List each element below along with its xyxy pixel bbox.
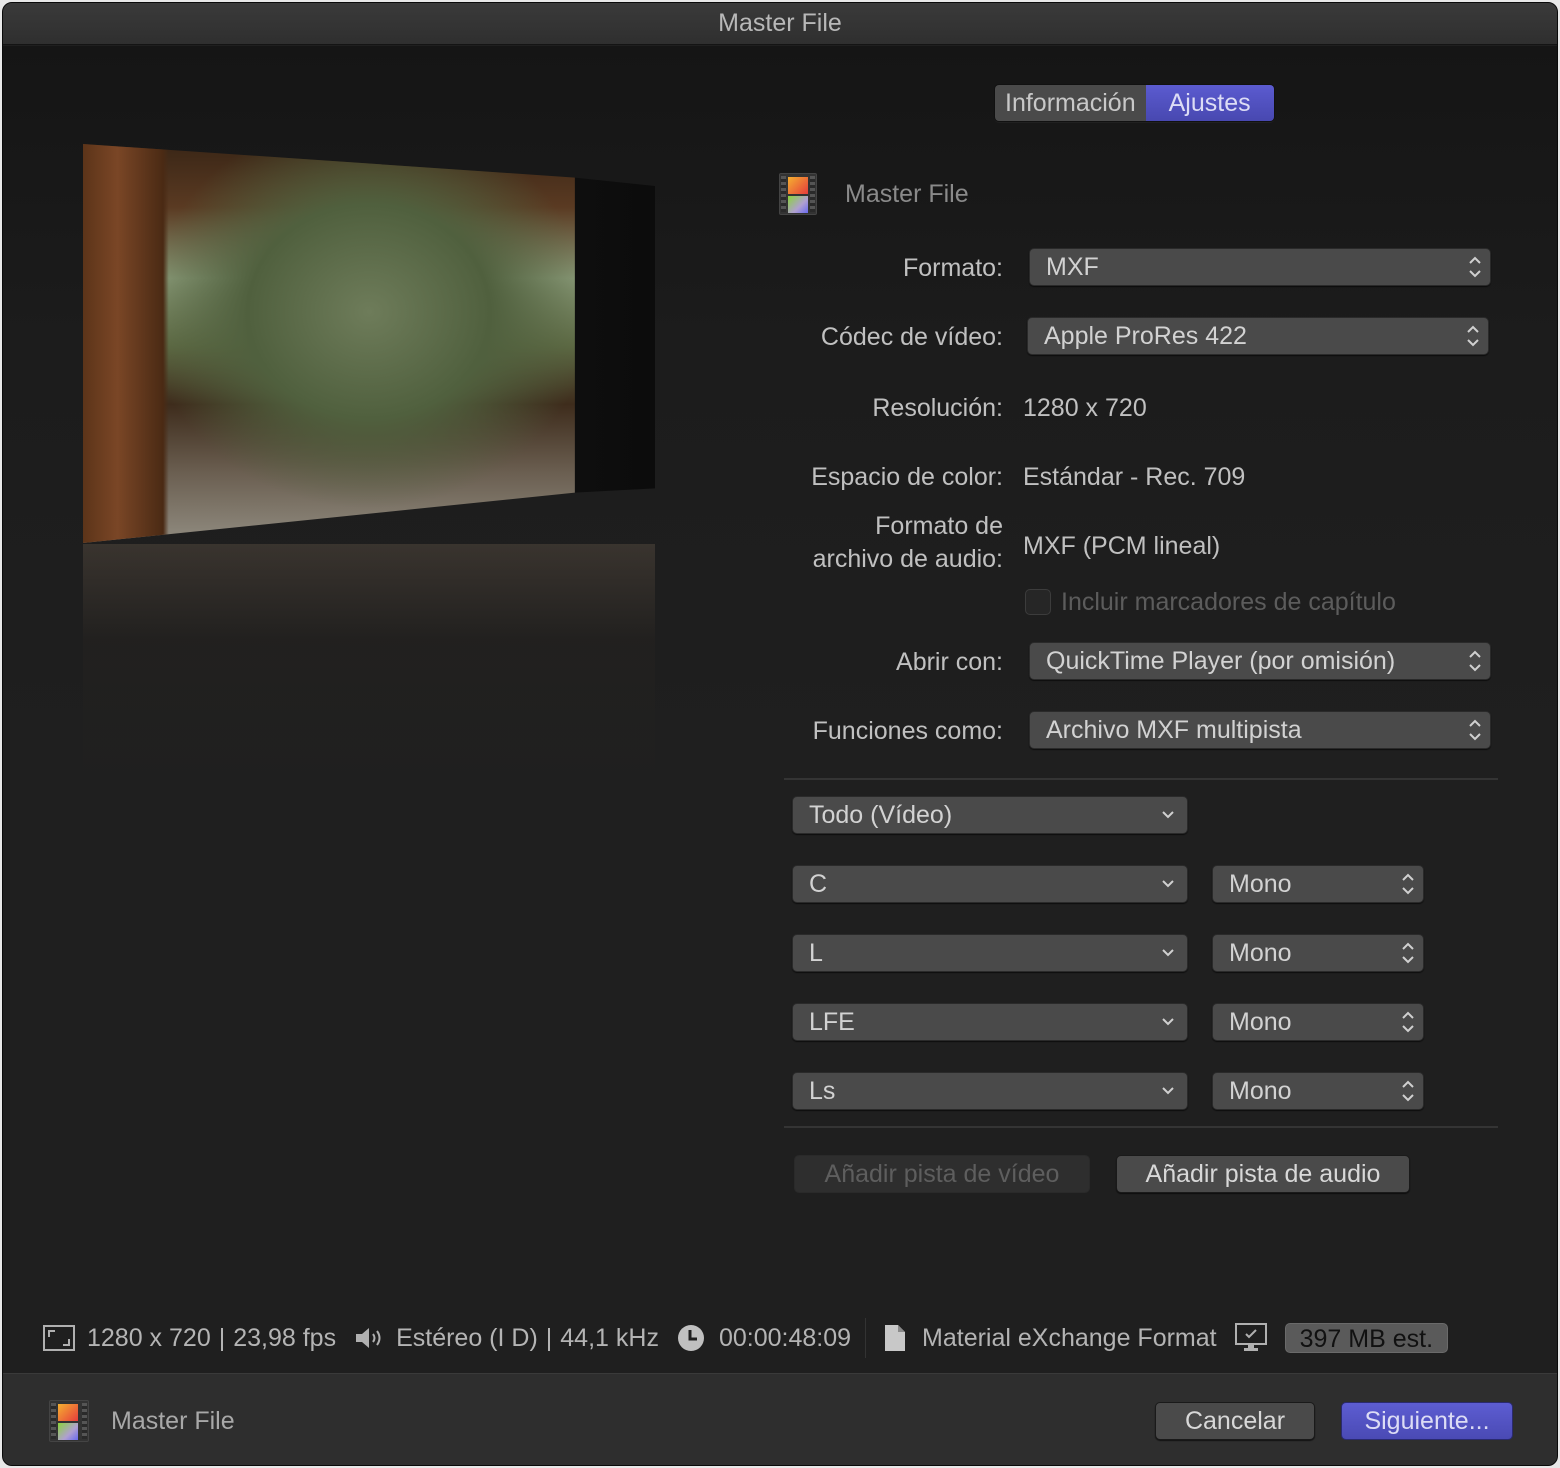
dialog-footer: Master File Cancelar Siguiente... <box>3 1373 1557 1465</box>
format-popup[interactable]: MXF <box>1029 248 1491 286</box>
color-space-row: Espacio de color: Estándar - Rec. 709 <box>783 457 1503 497</box>
video-codec-popup[interactable]: Apple ProRes 422 <box>1027 317 1489 355</box>
dialog-content: Información Ajustes Master File Formato:… <box>3 46 1557 1373</box>
roles-as-value: Archivo MXF multipista <box>1046 716 1302 744</box>
chevron-down-icon <box>1162 811 1174 819</box>
resolution-row: Resolución: 1280 x 720 <box>783 388 1503 428</box>
video-codec-label: Códec de vídeo: <box>820 323 1003 351</box>
status-resolution: 1280 x 720 <box>87 1323 211 1352</box>
audio-channels-popup-2[interactable]: Mono <box>1212 934 1424 972</box>
chapter-markers-checkbox[interactable] <box>1025 589 1051 615</box>
destination-name: Master File <box>845 179 969 208</box>
format-label: Formato: <box>902 254 1003 282</box>
audio-role-value: L <box>809 939 823 967</box>
roles-as-label: Funciones como: <box>812 717 1003 745</box>
separator: | <box>545 1323 553 1352</box>
up-down-arrows-icon <box>1469 719 1481 741</box>
audio-format-label: Formato de archivo de audio: <box>813 510 1003 576</box>
document-icon <box>885 1325 906 1351</box>
separator <box>865 1318 867 1358</box>
audio-channels-popup-3[interactable]: Mono <box>1212 1003 1424 1041</box>
audio-format-row: Formato de archivo de audio: MXF (PCM li… <box>783 512 1503 573</box>
preview-thumbnail <box>83 144 655 784</box>
window-title: Master File <box>718 9 842 37</box>
audio-format-label-line1: Formato de <box>875 512 1003 540</box>
up-down-arrows-icon <box>1402 942 1414 964</box>
status-audio: Estéreo (I D) <box>396 1323 538 1352</box>
tab-control: Información Ajustes <box>994 84 1275 122</box>
chevron-down-icon <box>1162 880 1174 888</box>
chevron-down-icon <box>1162 1018 1174 1026</box>
open-with-popup[interactable]: QuickTime Player (por omisión) <box>1029 642 1491 680</box>
film-icon <box>49 1400 89 1442</box>
clock-icon <box>677 1325 704 1351</box>
computer-check-icon <box>1234 1323 1267 1351</box>
footer-destination-name: Master File <box>111 1407 235 1435</box>
audio-role-popup-4[interactable]: Ls <box>792 1072 1188 1110</box>
open-with-label: Abrir con: <box>896 648 1003 676</box>
status-fps: 23,98 fps <box>233 1323 337 1352</box>
video-codec-row: Códec de vídeo: Apple ProRes 422 <box>783 317 1503 357</box>
tab-settings[interactable]: Ajustes <box>1145 85 1274 121</box>
up-down-arrows-icon <box>1402 873 1414 895</box>
speaker-icon <box>356 1328 381 1348</box>
audio-format-label-line2: archivo de audio: <box>812 545 1003 573</box>
audio-role-popup-1[interactable]: C <box>792 865 1188 903</box>
frame-size-icon <box>43 1325 75 1351</box>
share-dialog: Master File Información Ajustes Master F… <box>2 2 1558 1466</box>
audio-role-popup-3[interactable]: LFE <box>792 1003 1188 1041</box>
color-space-value: Estándar - Rec. 709 <box>1023 463 1246 491</box>
destination-header: Master File <box>779 172 969 216</box>
divider <box>784 1126 1498 1128</box>
up-down-arrows-icon <box>1467 325 1479 347</box>
chapter-markers-option: Incluir marcadores de capítulo <box>1025 587 1396 617</box>
audio-channels-value: Mono <box>1229 870 1292 898</box>
audio-format-value: MXF (PCM lineal) <box>1023 532 1221 560</box>
chapter-markers-label: Incluir marcadores de capítulo <box>1061 587 1396 616</box>
format-value: MXF <box>1046 253 1099 281</box>
status-sample-rate: 44,1 kHz <box>560 1323 659 1352</box>
status-duration: 00:00:48:09 <box>718 1323 852 1352</box>
audio-channels-popup-1[interactable]: Mono <box>1212 865 1424 903</box>
resolution-label: Resolución: <box>872 394 1003 422</box>
roles-as-row: Funciones como: Archivo MXF multipista <box>783 711 1503 751</box>
audio-channels-value: Mono <box>1229 1008 1292 1036</box>
chevron-down-icon <box>1162 949 1174 957</box>
title-bar: Master File <box>3 3 1557 45</box>
up-down-arrows-icon <box>1402 1080 1414 1102</box>
video-role-value: Todo (Vídeo) <box>809 801 953 829</box>
audio-channels-value: Mono <box>1229 1077 1292 1105</box>
resolution-value: 1280 x 720 <box>1023 394 1147 422</box>
audio-role-value: Ls <box>809 1077 836 1105</box>
preview-image <box>83 144 575 543</box>
up-down-arrows-icon <box>1469 256 1481 278</box>
next-button[interactable]: Siguiente... <box>1341 1402 1513 1440</box>
audio-role-value: LFE <box>809 1008 855 1036</box>
preview-reflection <box>83 544 655 784</box>
estimated-size-badge: 397 MB est. <box>1284 1323 1449 1353</box>
video-codec-value: Apple ProRes 422 <box>1044 322 1247 350</box>
separator: | <box>218 1323 226 1352</box>
cancel-button[interactable]: Cancelar <box>1155 1402 1315 1440</box>
up-down-arrows-icon <box>1469 650 1481 672</box>
audio-channels-popup-4[interactable]: Mono <box>1212 1072 1424 1110</box>
video-role-popup[interactable]: Todo (Vídeo) <box>792 796 1188 834</box>
audio-role-value: C <box>809 870 828 898</box>
format-row: Formato: MXF <box>783 248 1503 288</box>
audio-role-popup-2[interactable]: L <box>792 934 1188 972</box>
open-with-value: QuickTime Player (por omisión) <box>1046 647 1396 675</box>
add-video-track-button[interactable]: Añadir pista de vídeo <box>794 1155 1090 1193</box>
open-with-row: Abrir con: QuickTime Player (por omisión… <box>783 642 1503 682</box>
chevron-down-icon <box>1162 1087 1174 1095</box>
audio-channels-value: Mono <box>1229 939 1292 967</box>
up-down-arrows-icon <box>1402 1011 1414 1033</box>
add-audio-track-button[interactable]: Añadir pista de audio <box>1116 1155 1410 1193</box>
roles-as-popup[interactable]: Archivo MXF multipista <box>1029 711 1491 749</box>
status-file-format: Material eXchange Format <box>922 1323 1217 1352</box>
divider <box>784 778 1498 780</box>
status-summary: 1280 x 720 | 23,98 fps Estéreo (I D) | 4… <box>43 1316 1449 1360</box>
film-icon <box>779 173 817 215</box>
tab-info[interactable]: Información <box>995 85 1146 121</box>
color-space-label: Espacio de color: <box>811 463 1003 491</box>
